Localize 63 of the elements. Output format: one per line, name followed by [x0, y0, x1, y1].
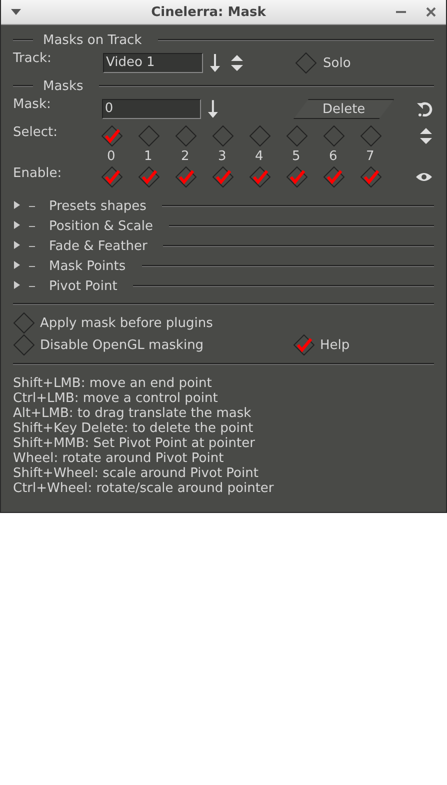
help-label: Help [320, 338, 350, 352]
delete-button[interactable]: Delete [293, 99, 394, 119]
mask-number: 7 [365, 149, 376, 164]
up-down-arrows-icon[interactable] [420, 128, 432, 144]
select-checkbox[interactable] [212, 125, 234, 147]
select-checkbox[interactable] [175, 125, 197, 147]
option-label: Disable OpenGL masking [40, 338, 204, 352]
help-text: Shift+Wheel: scale around Pivot Point [13, 466, 260, 481]
section-title: Pivot Point [49, 278, 118, 294]
mask-number: 3 [217, 149, 228, 164]
help-text: Wheel: rotate around Pivot Point [13, 451, 225, 466]
enable-checkbox[interactable] [138, 166, 160, 188]
mask-number: 0 [106, 149, 116, 164]
undo-icon[interactable] [416, 100, 434, 118]
option-checkbox[interactable] [13, 312, 35, 334]
section-title: Position & Scale [49, 218, 154, 234]
help-checkbox[interactable] [293, 334, 315, 356]
mask-label: Mask: [13, 97, 52, 112]
solo-checkbox[interactable] [295, 52, 317, 74]
eye-icon[interactable] [416, 172, 432, 182]
enable-checkbox[interactable] [360, 166, 382, 188]
mask-number: 6 [328, 149, 338, 164]
section-title: Presets shapes [49, 198, 148, 214]
mask-number: 5 [291, 149, 302, 164]
help-text: Ctrl+LMB: move a control point [13, 391, 219, 406]
select-label: Select: [13, 125, 58, 140]
section-title: Fade & Feather [49, 238, 148, 254]
section-title: Mask Points [49, 258, 127, 274]
section-heading: Masks on Track [43, 32, 143, 48]
down-arrow-icon[interactable] [209, 54, 221, 72]
window-menu-icon[interactable] [11, 9, 21, 15]
track-field[interactable]: Video 1 [103, 53, 203, 73]
track-label: Track: [13, 51, 52, 66]
solo-label: Solo [323, 56, 351, 70]
help-text: Shift+LMB: move an end point [13, 376, 213, 391]
enable-checkbox[interactable] [323, 166, 345, 188]
enable-checkbox[interactable] [175, 166, 197, 188]
mask-field[interactable]: 0 [102, 99, 201, 119]
mask-number: 1 [143, 149, 154, 164]
enable-checkbox[interactable] [249, 166, 271, 188]
enable-checkbox[interactable] [212, 166, 234, 188]
close-icon[interactable] [426, 7, 436, 17]
enable-checkbox[interactable] [286, 166, 308, 188]
select-checkbox[interactable] [249, 125, 271, 147]
up-down-arrows-icon[interactable] [231, 55, 243, 71]
select-checkbox[interactable] [286, 125, 308, 147]
option-label: Apply mask before plugins [40, 316, 213, 330]
option-checkbox[interactable] [13, 334, 35, 356]
down-arrow-icon[interactable] [206, 100, 218, 118]
select-checkbox[interactable] [138, 125, 160, 147]
help-text: Alt+LMB: to drag translate the mask [13, 406, 252, 421]
select-checkbox[interactable] [360, 125, 382, 147]
window-title: Cinelerra: Mask [150, 4, 267, 20]
mask-number: 4 [254, 149, 264, 164]
help-text: Ctrl+Wheel: rotate/scale around pointer [13, 481, 275, 496]
mask-number: 2 [180, 149, 190, 164]
section-heading: Masks [43, 78, 84, 94]
help-text: Shift+Key Delete: to delete the point [13, 421, 254, 436]
enable-checkbox[interactable] [101, 166, 123, 188]
enable-label: Enable: [13, 166, 63, 181]
help-text: Shift+MMB: Set Pivot Point at pointer [13, 436, 256, 451]
select-checkbox[interactable] [101, 125, 123, 147]
select-checkbox[interactable] [323, 125, 345, 147]
